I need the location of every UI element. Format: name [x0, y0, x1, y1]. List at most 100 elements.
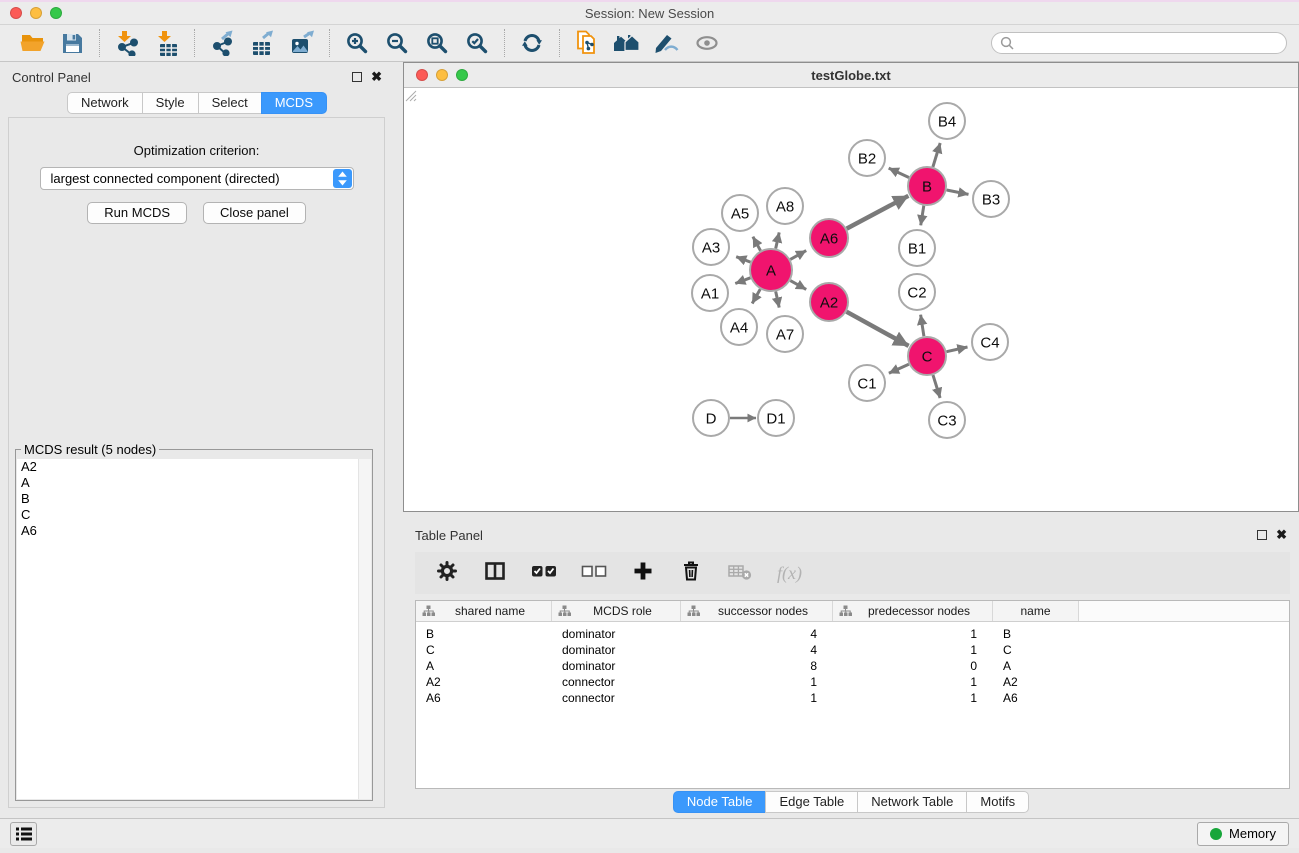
table-cell[interactable]: connector — [552, 690, 681, 706]
table-cell[interactable]: A2 — [993, 674, 1079, 690]
graph-node-B[interactable]: B — [908, 167, 946, 205]
zoom-in-icon[interactable] — [337, 28, 377, 58]
column-header-MCDS-role[interactable]: MCDS role — [552, 601, 681, 621]
graph-node-A1[interactable]: A1 — [692, 275, 728, 311]
resize-grip[interactable] — [404, 89, 417, 102]
save-session-icon[interactable] — [52, 28, 92, 58]
column-header-successor-nodes[interactable]: successor nodes — [681, 601, 833, 621]
zoom-out-icon[interactable] — [377, 28, 417, 58]
float-panel-icon[interactable] — [352, 72, 362, 82]
table-cell[interactable]: 4 — [681, 626, 833, 642]
graph-edge-C-C3[interactable] — [933, 375, 940, 398]
close-panel-icon[interactable]: ✖ — [371, 72, 382, 82]
open-file-icon[interactable] — [12, 28, 52, 58]
table-options-gear-icon[interactable] — [435, 559, 459, 588]
zoom-fit-icon[interactable] — [417, 28, 457, 58]
graph-node-A2[interactable]: A2 — [810, 283, 848, 321]
table-cell[interactable]: B — [993, 626, 1079, 642]
result-item[interactable]: A — [17, 475, 371, 491]
graph-node-B1[interactable]: B1 — [899, 230, 935, 266]
graph-edge-A-A4[interactable] — [752, 289, 760, 303]
table-row[interactable]: Bdominator41B — [416, 626, 1289, 642]
column-header-predecessor-nodes[interactable]: predecessor nodes — [833, 601, 993, 621]
graph-node-C3[interactable]: C3 — [929, 402, 965, 438]
run-mcds-button[interactable]: Run MCDS — [87, 202, 187, 224]
table-cell[interactable]: A6 — [993, 690, 1079, 706]
graph-edge-A-A5[interactable] — [753, 237, 761, 251]
table-row[interactable]: Adominator80A — [416, 658, 1289, 674]
table-cell[interactable]: 0 — [833, 658, 993, 674]
add-column-icon[interactable] — [631, 559, 655, 588]
table-row[interactable]: A2connector11A2 — [416, 674, 1289, 690]
graph-edge-B-B3[interactable] — [947, 190, 969, 194]
result-item[interactable]: B — [17, 491, 371, 507]
delete-table-icon[interactable] — [727, 559, 753, 588]
table-cell[interactable]: 4 — [681, 642, 833, 658]
graph-edge-A-A2[interactable] — [790, 281, 806, 290]
table-cell[interactable]: C — [993, 642, 1079, 658]
tab-network[interactable]: Network — [67, 92, 143, 114]
tab-edge-table[interactable]: Edge Table — [765, 791, 858, 813]
graph-edge-A-A8[interactable] — [776, 232, 780, 248]
table-cell[interactable]: dominator — [552, 626, 681, 642]
graph-edge-A-A6[interactable] — [790, 251, 806, 260]
graph-edge-C-C4[interactable] — [947, 347, 968, 352]
graph-node-A4[interactable]: A4 — [721, 309, 757, 345]
close-table-panel-icon[interactable]: ✖ — [1276, 530, 1287, 540]
unselect-all-checkboxes-icon[interactable] — [581, 559, 607, 588]
export-network-icon[interactable] — [202, 28, 242, 58]
table-cell[interactable]: connector — [552, 674, 681, 690]
graph-node-C[interactable]: C — [908, 337, 946, 375]
table-cell[interactable]: dominator — [552, 642, 681, 658]
table-cell[interactable]: dominator — [552, 658, 681, 674]
graph-node-A7[interactable]: A7 — [767, 316, 803, 352]
graph-edge-B-B2[interactable] — [889, 168, 909, 177]
tab-select[interactable]: Select — [198, 92, 262, 114]
graph-node-A8[interactable]: A8 — [767, 188, 803, 224]
result-item[interactable]: C — [17, 507, 371, 523]
table-cell[interactable]: 1 — [681, 674, 833, 690]
show-hide-graphics-details-icon[interactable] — [647, 28, 687, 58]
graph-edge-B-B1[interactable] — [921, 206, 924, 226]
table-cell[interactable]: 1 — [833, 626, 993, 642]
network-canvas[interactable]: B4B2BB3A5A8A6A3AB1A1A2C2A4A7C4CC1C3DD1 — [404, 89, 1298, 511]
graph-edge-A2-C[interactable] — [847, 312, 909, 346]
show-column-icon[interactable] — [483, 559, 507, 588]
column-header-name[interactable]: name — [993, 601, 1079, 621]
graph-node-A6[interactable]: A6 — [810, 219, 848, 257]
column-header-shared-name[interactable]: shared name — [416, 601, 552, 621]
table-cell[interactable]: C — [416, 642, 552, 658]
table-cell[interactable]: A — [993, 658, 1079, 674]
graph-edge-B-B4[interactable] — [933, 143, 940, 167]
table-row[interactable]: A6connector11A6 — [416, 690, 1289, 706]
function-builder-icon[interactable]: f(x) — [777, 563, 802, 584]
tab-network-table[interactable]: Network Table — [857, 791, 967, 813]
network-close-button[interactable] — [416, 69, 428, 81]
graph-edge-A-A7[interactable] — [776, 292, 780, 308]
result-scrollbar[interactable] — [358, 459, 371, 799]
optimization-criterion-select[interactable]: largest connected component (directed) — [40, 167, 354, 190]
tab-mcds[interactable]: MCDS — [261, 92, 327, 114]
table-cell[interactable]: 1 — [833, 642, 993, 658]
table-cell[interactable]: B — [416, 626, 552, 642]
graph-node-A5[interactable]: A5 — [722, 195, 758, 231]
tab-style[interactable]: Style — [142, 92, 199, 114]
float-table-panel-icon[interactable] — [1257, 530, 1267, 540]
table-cell[interactable]: A2 — [416, 674, 552, 690]
result-item[interactable]: A6 — [17, 523, 371, 539]
tab-node-table[interactable]: Node Table — [673, 791, 767, 813]
close-window-button[interactable] — [10, 7, 22, 19]
table-row[interactable]: Cdominator41C — [416, 642, 1289, 658]
zoom-window-button[interactable] — [50, 7, 62, 19]
close-panel-button[interactable]: Close panel — [203, 202, 306, 224]
graph-edge-A6-B[interactable] — [847, 196, 909, 229]
select-all-checkboxes-icon[interactable] — [531, 559, 557, 588]
memory-button[interactable]: Memory — [1197, 822, 1289, 846]
table-cell[interactable]: 1 — [833, 690, 993, 706]
graph-node-B3[interactable]: B3 — [973, 181, 1009, 217]
graph-edge-A-A3[interactable] — [736, 257, 750, 262]
import-table-icon[interactable] — [147, 28, 187, 58]
toggle-bird-eye-view-icon[interactable] — [687, 28, 727, 58]
mcds-result-list[interactable]: A2ABCA6 — [17, 459, 371, 799]
task-history-button[interactable] — [10, 822, 37, 846]
